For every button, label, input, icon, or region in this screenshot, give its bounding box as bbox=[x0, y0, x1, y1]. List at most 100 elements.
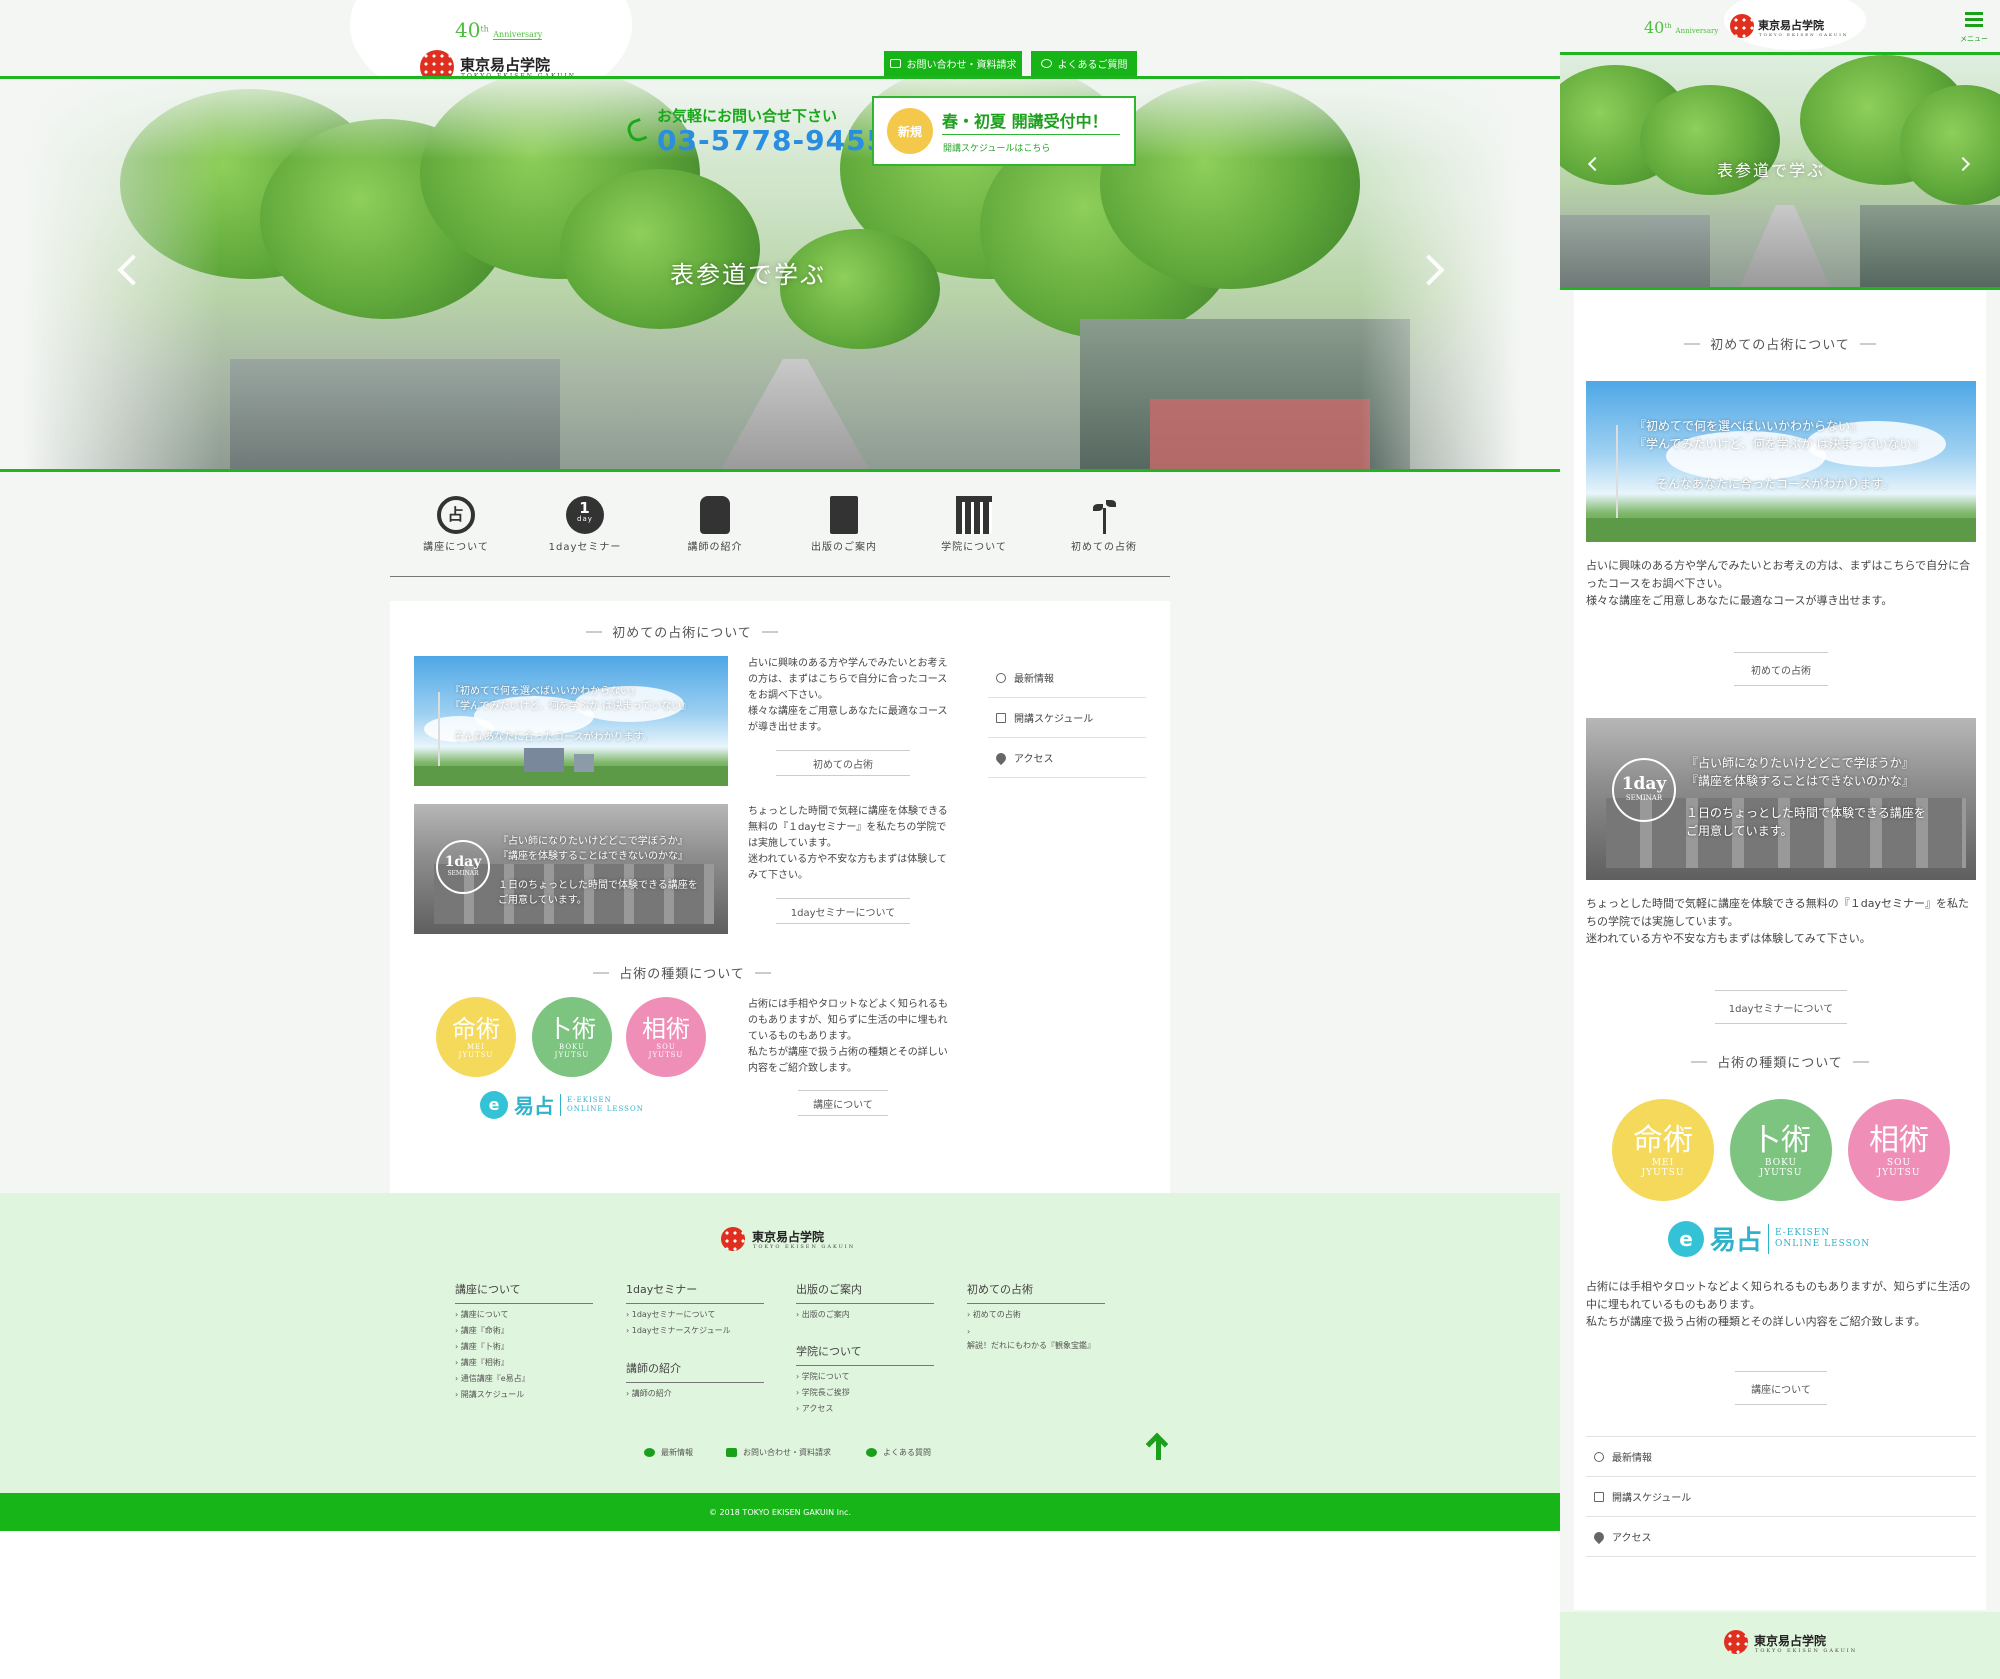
mobile-section3-text: 占術には手相やタロットなどよく知られるものもありますが、知らずに生活の中に埋もれ… bbox=[1586, 1280, 1971, 1329]
mobile-hero-slider: 表参道で学ぶ bbox=[1560, 55, 2000, 287]
mei-jyutsu-circle[interactable]: 命術 MEI JYUTSU bbox=[436, 997, 516, 1077]
footer-link[interactable]: › アクセス bbox=[796, 1403, 833, 1414]
footer-col-title[interactable]: 初めての占術 bbox=[967, 1281, 1105, 1304]
mobile-section-title-first: 初めての占術について bbox=[1574, 334, 1986, 353]
footer-col-title[interactable]: 講師の紹介 bbox=[626, 1360, 764, 1383]
news-sub: 開講スケジュールはこちら bbox=[943, 144, 1051, 154]
mobile-sidebar-news[interactable]: 最新情報 bbox=[1586, 1437, 1976, 1477]
section-title-types: 占術の種類について bbox=[414, 963, 950, 982]
footer-link[interactable]: › 講座『相術』 bbox=[455, 1357, 509, 1368]
footer-link[interactable]: › 開講スケジュール bbox=[455, 1389, 524, 1400]
mobile-sou-jyutsu-circle[interactable]: 相術 SOU JYUTSU bbox=[1848, 1099, 1950, 1201]
footer-link[interactable]: › 通信講座『e易占』 bbox=[455, 1373, 530, 1384]
footer-link[interactable]: › 講座について bbox=[455, 1309, 509, 1320]
book-icon bbox=[830, 496, 858, 534]
courses-button[interactable]: 講座について bbox=[798, 1090, 888, 1116]
mobile-courses-button[interactable]: 講座について bbox=[1735, 1371, 1827, 1405]
hero-title: 表参道で学ぶ bbox=[670, 261, 826, 289]
mobile-sidebar: 最新情報 開講スケジュール アクセス bbox=[1586, 1436, 1976, 1557]
nav-divider bbox=[390, 576, 1170, 577]
mobile-one-day-seminar-image[interactable]: 1day SEMINAR 『占い師になりたいけどどこで学ぼうか』 『講座を体験する… bbox=[1586, 718, 1976, 880]
mobile-boku-jyutsu-circle[interactable]: 卜術 BOKU JYUTSU bbox=[1730, 1099, 1832, 1201]
boku-jyutsu-circle[interactable]: 卜術 BOKU JYUTSU bbox=[532, 997, 612, 1077]
sidebar-access[interactable]: アクセス bbox=[988, 738, 1146, 778]
first-fortune-button[interactable]: 初めての占術 bbox=[776, 750, 910, 776]
sprout-icon bbox=[1093, 496, 1116, 534]
info-icon bbox=[644, 1448, 655, 1457]
mobile-e-ekisen-logo[interactable]: e 易占 E-EKISEN ONLINE LESSON bbox=[1668, 1220, 1870, 1257]
footer-link[interactable]: › 講座『命術』 bbox=[455, 1325, 509, 1336]
mobile-sidebar-schedule[interactable]: 開講スケジュール bbox=[1586, 1477, 1976, 1517]
sidebar-news[interactable]: 最新情報 bbox=[988, 658, 1146, 698]
footer-link[interactable]: › 初めての占術 bbox=[967, 1309, 1021, 1320]
hero-bottom-line bbox=[0, 469, 1560, 472]
sou-jyutsu-circle[interactable]: 相術 SOU JYUTSU bbox=[626, 997, 706, 1077]
footer-news-link[interactable]: 最新情報 bbox=[644, 1447, 693, 1458]
mobile-anniversary-mark: 40th Anniversary bbox=[1644, 18, 1719, 37]
mobile-section1-text: 占いに興味のある方や学んでみたいとお考えの方は、まずはこちらで自分に合ったコース… bbox=[1586, 559, 1971, 608]
one-day-button[interactable]: 1dayセミナーについて bbox=[776, 898, 910, 924]
calendar-icon bbox=[1594, 1491, 1604, 1502]
nav-1day[interactable]: 1 day 1dayセミナー bbox=[540, 496, 630, 553]
faq-button[interactable]: よくあるご質問 bbox=[1031, 51, 1137, 76]
brand-name: 東京易占学院 bbox=[460, 56, 551, 74]
search-fortune-icon: 占 bbox=[437, 496, 475, 534]
page-top-arrow-icon[interactable] bbox=[1145, 1432, 1169, 1460]
anniversary-mark: 40th Anniversary bbox=[455, 18, 543, 42]
nav-courses[interactable]: 占 講座について bbox=[416, 496, 496, 553]
chat-icon bbox=[866, 1448, 877, 1457]
mail-icon bbox=[889, 59, 901, 68]
contact-button[interactable]: お問い合わせ・資料請求 bbox=[884, 51, 1022, 76]
one-day-seminar-image[interactable]: 1day SEMINAR 『占い師になりたいけどどこで学ぼうか』 『講座を体験する… bbox=[414, 804, 728, 934]
footer-col-title[interactable]: 出版のご案内 bbox=[796, 1281, 934, 1304]
mobile-hero-title: 表参道で学ぶ bbox=[1717, 161, 1826, 180]
phone-label: お気軽にお問い合せ下さい bbox=[657, 107, 838, 125]
footer-link[interactable]: › 講座『卜術』 bbox=[455, 1341, 509, 1352]
one-day-icon: 1 day bbox=[566, 496, 604, 534]
mobile-mei-jyutsu-circle[interactable]: 命術 MEI JYUTSU bbox=[1612, 1099, 1714, 1201]
footer-col-title[interactable]: 講座について bbox=[455, 1281, 593, 1304]
footer-link[interactable]: › 1dayセミナースケジュール bbox=[626, 1325, 731, 1336]
nav-first-fortune[interactable]: 初めての占術 bbox=[1064, 496, 1144, 553]
footer-faq-link[interactable]: よくある質問 bbox=[866, 1447, 931, 1458]
mobile-footer-logo-icon bbox=[1724, 1630, 1748, 1654]
footer-col-title[interactable]: 学院について bbox=[796, 1343, 934, 1366]
mobile-brand-sub: TOKYO EKISEN GAKUIN bbox=[1759, 32, 1849, 37]
chat-icon bbox=[1040, 59, 1052, 68]
first-fortune-image[interactable]: 『初めてで何を選べばいいかわからない』 『学んでみたいけど、何を学ぶか は決まっ… bbox=[414, 656, 728, 786]
section1-text: 占いに興味のある方や学んでみたいとお考えの方は、まずはこちらで自分に合ったコース… bbox=[748, 658, 948, 733]
section2-text: ちょっとした時間で気軽に講座を体験できる無料の『１dayセミナー』を私たちの学院… bbox=[748, 806, 948, 881]
footer-link[interactable]: › 1dayセミナーについて bbox=[626, 1309, 715, 1320]
e-ekisen-logo[interactable]: e 易占 E-EKISEN ONLINE LESSON bbox=[480, 1090, 644, 1119]
sidebar-schedule[interactable]: 開講スケジュール bbox=[988, 698, 1146, 738]
mobile-first-fortune-image[interactable]: 『初めてで何を選べばいいかわからない』 『学んでみたいけど、何を学ぶか は決まっ… bbox=[1586, 381, 1976, 542]
phone-number[interactable]: 03-5778-9455 bbox=[657, 124, 887, 157]
teacher-icon bbox=[700, 496, 730, 534]
footer-contact-link[interactable]: お問い合わせ・資料請求 bbox=[726, 1447, 831, 1458]
nav-teachers[interactable]: 講師の紹介 bbox=[675, 496, 755, 553]
mobile-sidebar-access[interactable]: アクセス bbox=[1586, 1517, 1976, 1557]
footer-link[interactable]: › 学院について bbox=[796, 1371, 850, 1382]
building-icon bbox=[956, 496, 992, 534]
section-title-first: 初めての占術について bbox=[414, 622, 950, 641]
seminar-ring: 1day SEMINAR bbox=[436, 840, 490, 894]
footer-brand-name: 東京易占学院 bbox=[752, 1230, 825, 1244]
info-icon bbox=[1594, 1451, 1604, 1462]
footer-link[interactable]: › 出版のご案内 bbox=[796, 1309, 850, 1320]
mobile-first-fortune-button[interactable]: 初めての占術 bbox=[1734, 652, 1828, 686]
footer-link[interactable]: › 学院長ご挨拶 bbox=[796, 1387, 850, 1398]
desktop-view: 40th Anniversary 東京易占学院 TOKYO EKISEN GAK… bbox=[0, 0, 1560, 1679]
map-pin-icon bbox=[1591, 1529, 1607, 1544]
calendar-icon bbox=[996, 712, 1006, 723]
sidebar: 最新情報 開講スケジュール アクセス bbox=[988, 658, 1146, 778]
mobile-one-day-button[interactable]: 1dayセミナーについて bbox=[1715, 990, 1847, 1024]
footer-col-title[interactable]: 1dayセミナー bbox=[626, 1281, 764, 1304]
footer-link[interactable]: › 解説！だれにもわかる『観象宝鑑』 bbox=[967, 1325, 1097, 1352]
hamburger-menu-icon[interactable] bbox=[1965, 12, 1983, 30]
mobile-footer-brand-name: 東京易占学院 bbox=[1754, 1634, 1827, 1648]
mobile-section2-text: ちょっとした時間で気軽に講座を体験できる無料の『１dayセミナー』を私たちの学院… bbox=[1586, 897, 1970, 946]
footer-link[interactable]: › 講師の紹介 bbox=[626, 1388, 672, 1399]
nav-publishing[interactable]: 出版のご案内 bbox=[804, 496, 884, 553]
menu-label[interactable]: メニュー bbox=[1960, 34, 1988, 44]
nav-about[interactable]: 学院について bbox=[934, 496, 1014, 553]
